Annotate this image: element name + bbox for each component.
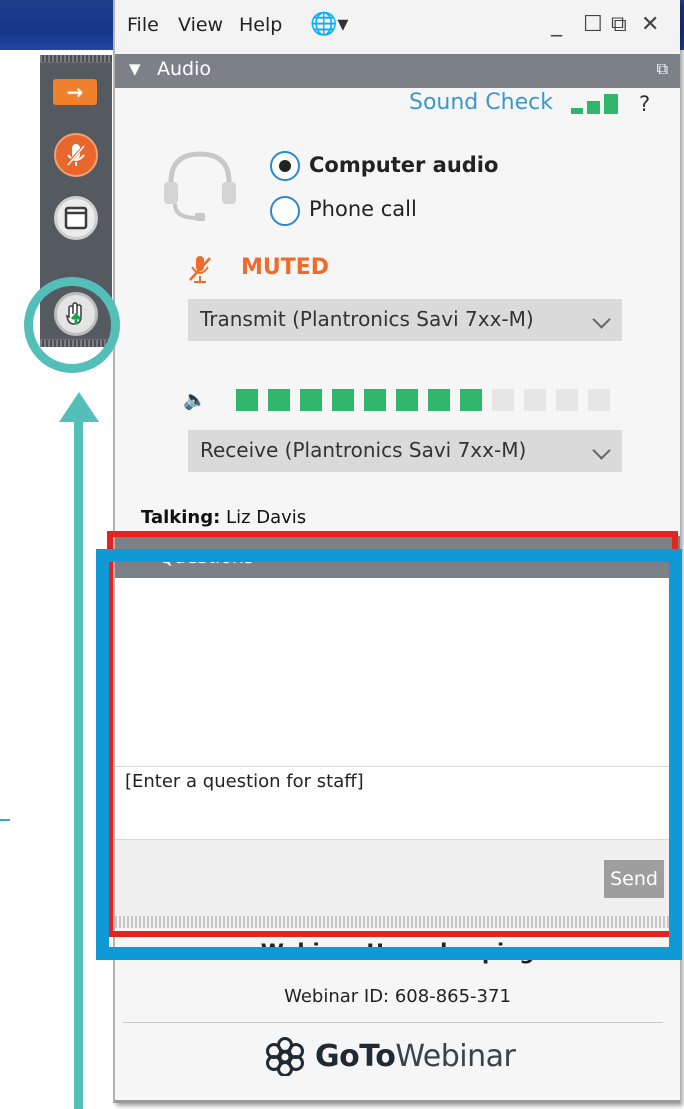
gotowebinar-logo-icon — [265, 1036, 305, 1077]
collapse-triangle-icon[interactable]: ▼ — [129, 60, 141, 78]
globe-icon[interactable]: 🌐▾ — [310, 12, 348, 37]
mic-status-label: MUTED — [241, 255, 330, 280]
chevron-down-icon — [592, 441, 611, 460]
transmit-device-value: Transmit (Plantronics Savi 7xx-M) — [200, 307, 534, 331]
volume-segment — [236, 389, 258, 411]
volume-segment — [300, 389, 322, 411]
restore-icon[interactable]: ☐ — [583, 12, 603, 37]
menu-file[interactable]: File — [127, 14, 159, 36]
volume-segment — [492, 389, 514, 411]
volume-segment — [396, 389, 418, 411]
talking-indicator: Talking: Liz Davis — [141, 507, 306, 528]
close-icon[interactable]: ✕ — [641, 12, 659, 37]
volume-segment — [428, 389, 450, 411]
highlight-circle — [24, 277, 120, 373]
receive-device-select[interactable]: Receive (Plantronics Savi 7xx-M) — [188, 430, 622, 472]
volume-segment — [524, 389, 546, 411]
headset-icon — [161, 148, 239, 224]
help-icon[interactable]: ? — [639, 92, 650, 116]
footer-divider — [123, 1022, 663, 1023]
menu-help[interactable]: Help — [239, 14, 282, 36]
phone-call-label: Phone call — [309, 197, 417, 221]
popout-panel-icon[interactable]: ⧉ — [657, 59, 668, 79]
highlight-blue-box — [96, 549, 682, 960]
volume-segment — [268, 389, 290, 411]
talking-label: Talking: — [141, 507, 221, 528]
sidebar-grip-top[interactable] — [40, 55, 112, 62]
volume-segment — [588, 389, 610, 411]
annotation-tick — [0, 819, 10, 821]
menu-bar: File View Help 🌐▾ _ ☐ ⧉ ✕ — [115, 0, 680, 54]
chevron-down-icon — [592, 310, 611, 329]
volume-segment — [556, 389, 578, 411]
receive-device-value: Receive (Plantronics Savi 7xx-M) — [200, 438, 527, 462]
muted-mic-icon[interactable] — [54, 133, 98, 177]
speaker-icon: 🔈 — [183, 389, 207, 411]
volume-segment — [364, 389, 386, 411]
computer-audio-radio[interactable] — [270, 151, 300, 181]
annotation-arrow-shaft — [74, 416, 83, 1109]
sound-check-link[interactable]: Sound Check — [409, 90, 553, 115]
minimize-icon[interactable]: _ — [551, 12, 562, 37]
arrow-right-icon[interactable]: → — [53, 79, 97, 105]
muted-mic-icon — [187, 254, 213, 290]
phone-call-radio[interactable] — [270, 196, 300, 226]
talking-name: Liz Davis — [226, 507, 307, 528]
volume-segment — [332, 389, 354, 411]
volume-segment — [460, 389, 482, 411]
transmit-device-select[interactable]: Transmit (Plantronics Savi 7xx-M) — [188, 299, 622, 341]
window-icon[interactable] — [54, 196, 98, 240]
computer-audio-label: Computer audio — [309, 153, 499, 177]
menu-view[interactable]: View — [178, 14, 223, 36]
gotowebinar-logo: GoToWebinar — [315, 1039, 516, 1074]
signal-bars-icon — [571, 94, 621, 114]
audio-panel-header[interactable]: ▼ Audio ⧉ — [115, 54, 680, 88]
audio-panel-title: Audio — [157, 58, 212, 80]
webinar-id: Webinar ID: 608-865-371 — [284, 986, 511, 1007]
popout-icon[interactable]: ⧉ — [611, 12, 627, 37]
